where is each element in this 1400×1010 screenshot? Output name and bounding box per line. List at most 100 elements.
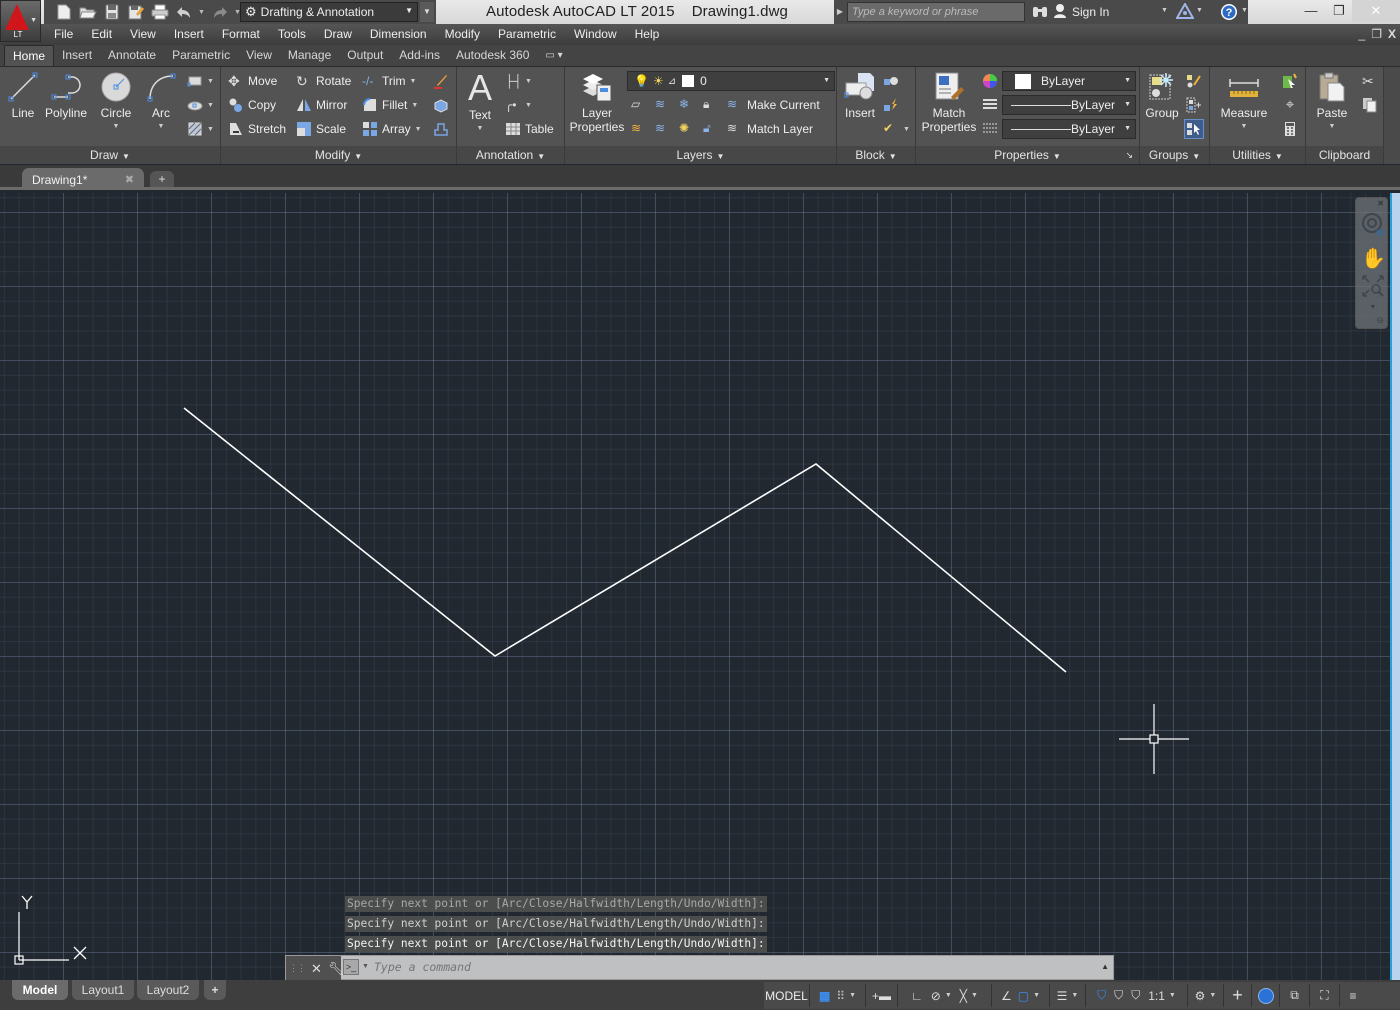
rectangle-button[interactable]: ▼ [187,71,214,91]
binoculars-icon[interactable] [1032,4,1048,21]
isodraft-dropdown-icon[interactable]: ▼ [971,992,978,999]
menu-edit[interactable]: Edit [82,24,121,45]
file-tab-drawing1[interactable]: Drawing1* ✖ [22,168,144,190]
stretch-button[interactable]: Stretch [228,119,286,139]
layer-thaw-icon[interactable]: ✺ [679,121,695,137]
scale-button[interactable]: Scale [296,119,346,139]
recent-commands-dropdown-icon[interactable]: ▼ [362,963,369,970]
dynamic-input-icon[interactable]: +▬ [866,984,898,1007]
sign-in-button[interactable]: Sign In [1032,3,1109,21]
grid-display-icon[interactable]: ▦ [819,989,830,1003]
tab-model[interactable]: Model [12,980,68,1000]
zoom-extents-icon[interactable] [1361,274,1385,298]
tab-autodesk-360[interactable]: Autodesk 360 [448,45,537,66]
paste-button[interactable]: Paste ▼ [1312,71,1352,134]
new-icon[interactable] [54,3,74,21]
menu-file[interactable]: File [45,24,82,45]
panel-title-block[interactable]: Block ▼ [837,146,915,164]
polar-tracking-icon[interactable]: ⊘ [931,989,941,1003]
close-tab-icon[interactable]: ✖ [125,173,134,186]
exchange-dropdown-icon[interactable]: ▼ [1196,7,1203,14]
hatch-button[interactable]: ▼ [187,119,214,139]
dialog-launcher-icon[interactable]: ↘ [1125,146,1133,164]
open-icon[interactable] [78,3,98,21]
new-layout-button[interactable]: + [204,980,226,1000]
layer-off-icon[interactable]: ⏥ [631,97,647,113]
layer-dropdown[interactable]: 💡 ☀ ⊿ 0 ▼ [627,71,835,91]
sign-in-dropdown-icon[interactable]: ▼ [1161,7,1168,14]
annotation-monitor-icon[interactable]: + [1224,984,1252,1007]
ortho-mode-icon[interactable]: ∟ [911,989,923,1003]
tab-output[interactable]: Output [339,45,391,66]
osnap-dropdown-icon[interactable]: ▼ [1033,992,1040,999]
minimize-button[interactable]: — [1296,0,1326,22]
panel-title-groups[interactable]: Groups ▼ [1140,146,1209,164]
panel-title-properties[interactable]: Properties ▼ ↘ [916,146,1139,164]
layer-on-icon[interactable]: ≋ [631,121,647,137]
table-button[interactable]: Table [505,119,554,139]
tab-layout2[interactable]: Layout2 [137,980,199,1000]
create-block-button[interactable] [883,71,899,91]
command-line-grip[interactable]: ⋮⋮ ✕ 🔧︎ [286,956,344,981]
customization-menu-icon[interactable]: ≡ [1340,984,1366,1007]
close-button[interactable]: ✕ [1352,0,1400,22]
explode-button[interactable] [433,95,449,115]
workspace-dropdown[interactable]: ⚙ Drafting & Annotation ▼ [240,2,418,22]
object-snap-tracking-icon[interactable]: ∠ [1001,989,1012,1003]
layer-isolate-icon[interactable]: ≋ [655,97,671,113]
layer-unlock-icon[interactable]: 🔓︎ [703,121,719,137]
text-button[interactable]: A Text ▼ [463,70,497,136]
circle-button[interactable]: Circle ▼ [98,71,134,134]
workspace-switching-icon[interactable]: ⚙ ▼ [1188,984,1224,1007]
panel-title-modify[interactable]: Modify ▼ [221,146,456,164]
group-selection-toggle[interactable] [1184,119,1204,139]
doc-restore-button[interactable]: ❐ [1371,24,1382,45]
hatch-region-button[interactable]: ▼ [187,95,214,115]
menu-view[interactable]: View [121,24,165,45]
group-button[interactable]: Group [1142,71,1182,120]
make-current-button[interactable]: ≋ Make Current [727,95,820,115]
offset-button[interactable] [433,119,449,139]
search-input[interactable]: Type a keyword or phrase [847,2,1025,22]
layer-lock-icon[interactable]: 🔒︎ [703,97,719,113]
lineweight-dropdown[interactable]: ByLayer ▼ [1002,95,1136,115]
polyline-button[interactable]: Polyline [43,71,89,120]
grip-handle-icon[interactable]: ⋮⋮ [289,963,306,974]
steering-wheel-icon[interactable]: 2D [1361,212,1385,237]
tab-manage[interactable]: Manage [280,45,339,66]
help-icon[interactable]: ? [1220,3,1238,24]
plot-icon[interactable] [150,3,170,21]
array-button[interactable]: Array ▼ [362,119,422,139]
help-dropdown-icon[interactable]: ▼ [1241,7,1248,14]
match-properties-button[interactable]: Match Properties [920,71,978,134]
group-edit-button[interactable] [1186,71,1202,91]
save-as-icon[interactable] [126,3,146,21]
arc-button[interactable]: Arc ▼ [143,71,179,134]
polar-dropdown-icon[interactable]: ▼ [945,992,952,999]
object-snap-icon[interactable]: ▢ [1018,989,1029,1003]
edit-block-button[interactable] [883,95,899,115]
customize-qat-button[interactable]: ▼ [420,2,434,22]
panel-title-utilities[interactable]: Utilities ▼ [1210,146,1305,164]
menu-parametric[interactable]: Parametric [489,24,565,45]
snap-dropdown-icon[interactable]: ▼ [849,992,856,999]
layer-properties-button[interactable]: Layer Properties [567,71,627,134]
insert-block-button[interactable]: Insert [841,71,879,120]
panel-title-annotation[interactable]: Annotation ▼ [457,146,564,164]
linetype-dropdown[interactable]: ByLayer ▼ [1002,119,1136,139]
drawing-canvas[interactable]: ✖ 2D ✋ ▼ ⊖ Specify next point or [Arc/Cl… [0,193,1390,980]
navbar-options-icon[interactable]: ⊖ [1376,315,1384,326]
isodraft-icon[interactable]: ╳ [960,989,967,1003]
clean-screen-icon[interactable]: ⛶ [1310,984,1340,1007]
command-input[interactable] [374,960,1074,974]
copy-button[interactable]: Copy [228,95,276,115]
restore-button[interactable]: ❐ [1324,0,1354,22]
panel-title-layers[interactable]: Layers ▼ [565,146,836,164]
doc-close-button[interactable]: X [1388,24,1396,45]
search-expand-icon[interactable]: ▶ [834,2,846,22]
panel-title-clipboard[interactable]: Clipboard [1306,146,1383,164]
copy-clip-button[interactable] [1362,95,1378,115]
fillet-button[interactable]: Fillet ▼ [362,95,418,115]
close-command-icon[interactable]: ✕ [311,961,322,977]
hardware-acceleration-icon[interactable]: ⧉ [1280,984,1310,1007]
